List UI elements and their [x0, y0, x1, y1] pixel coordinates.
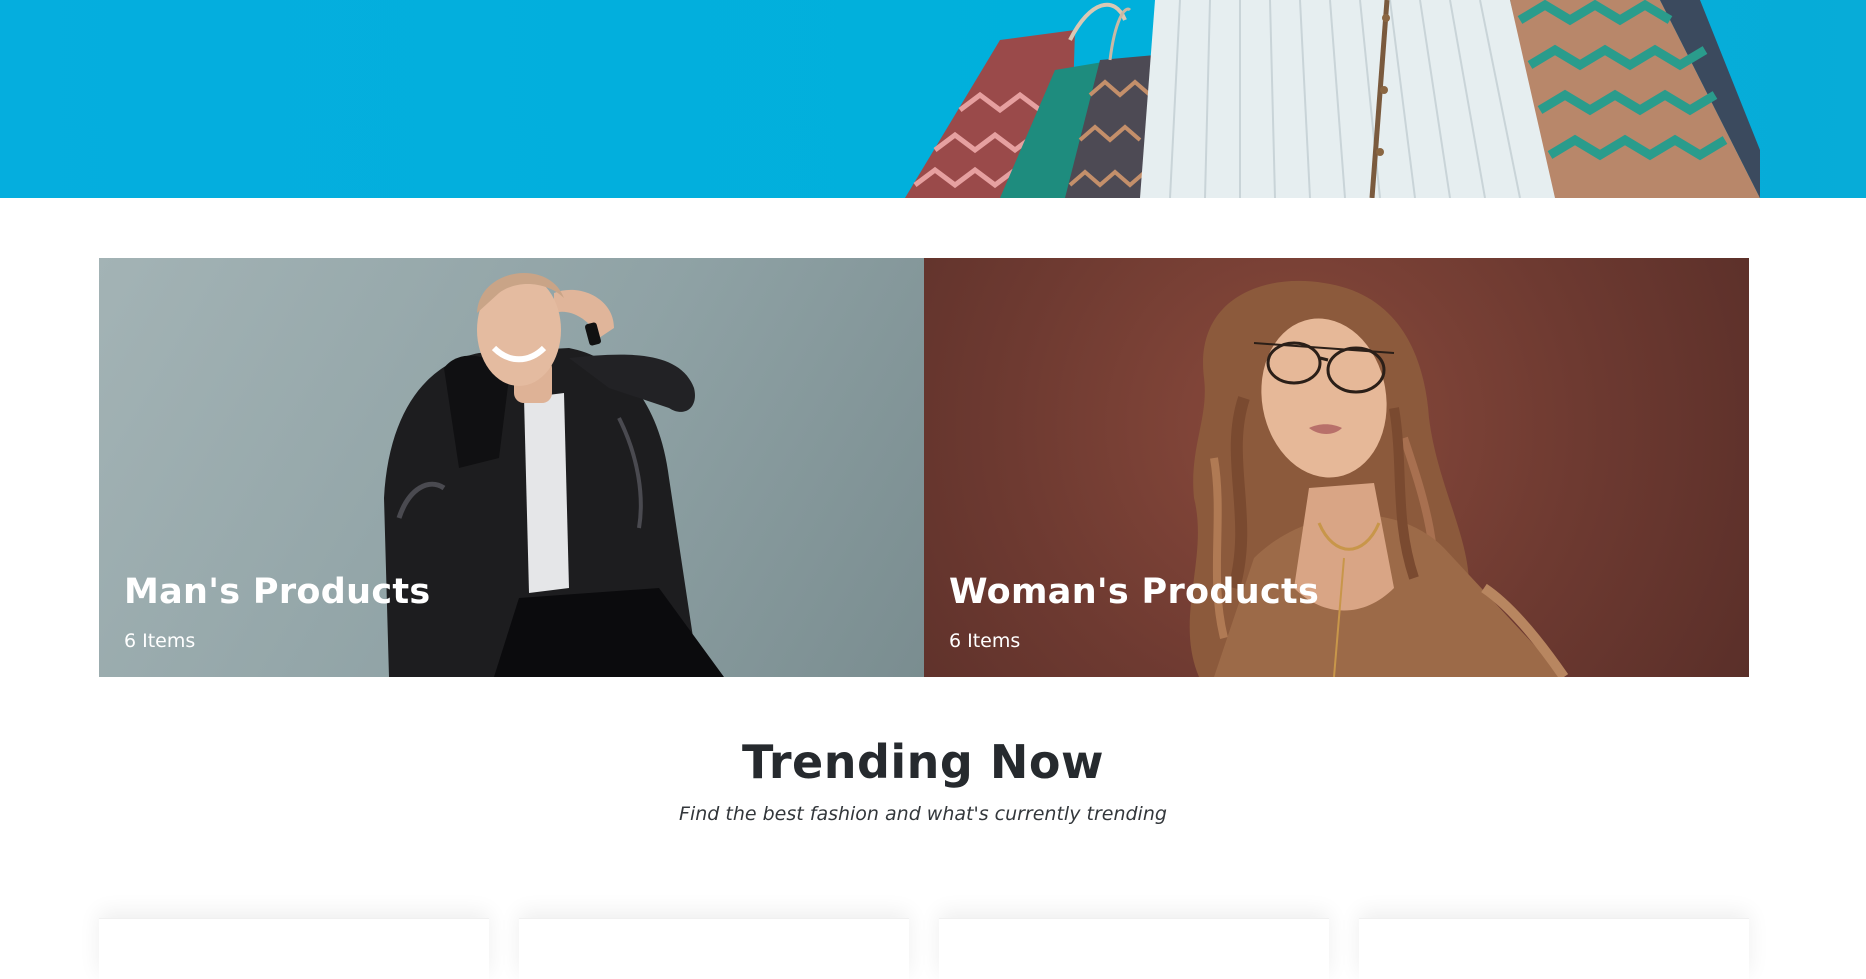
hero-banner [0, 0, 1866, 198]
woman-model-image [1189, 280, 1569, 677]
category-card-women[interactable]: Woman's Products 6 Items [924, 258, 1749, 677]
hero-shopping-image [905, 0, 1760, 198]
category-card-men[interactable]: Man's Products 6 Items [99, 258, 924, 677]
category-count-women: 6 Items [949, 630, 1021, 652]
section-subtitle: Find the best fashion and what's current… [679, 803, 1167, 825]
category-banners: Man's Products 6 Items Woman's Products … [99, 258, 1749, 677]
trending-section-header: Trending Now Find the best fashion and w… [0, 735, 1846, 825]
man-model-image [384, 272, 724, 677]
section-title: Trending Now [742, 735, 1104, 789]
product-card[interactable] [99, 918, 489, 979]
product-card[interactable] [939, 918, 1329, 979]
product-card[interactable] [1359, 918, 1749, 979]
category-count-men: 6 Items [124, 630, 196, 652]
product-card[interactable] [519, 918, 909, 979]
trending-products-row [99, 900, 1749, 979]
category-title-men[interactable]: Man's Products [124, 572, 431, 612]
category-title-women[interactable]: Woman's Products [949, 572, 1319, 612]
